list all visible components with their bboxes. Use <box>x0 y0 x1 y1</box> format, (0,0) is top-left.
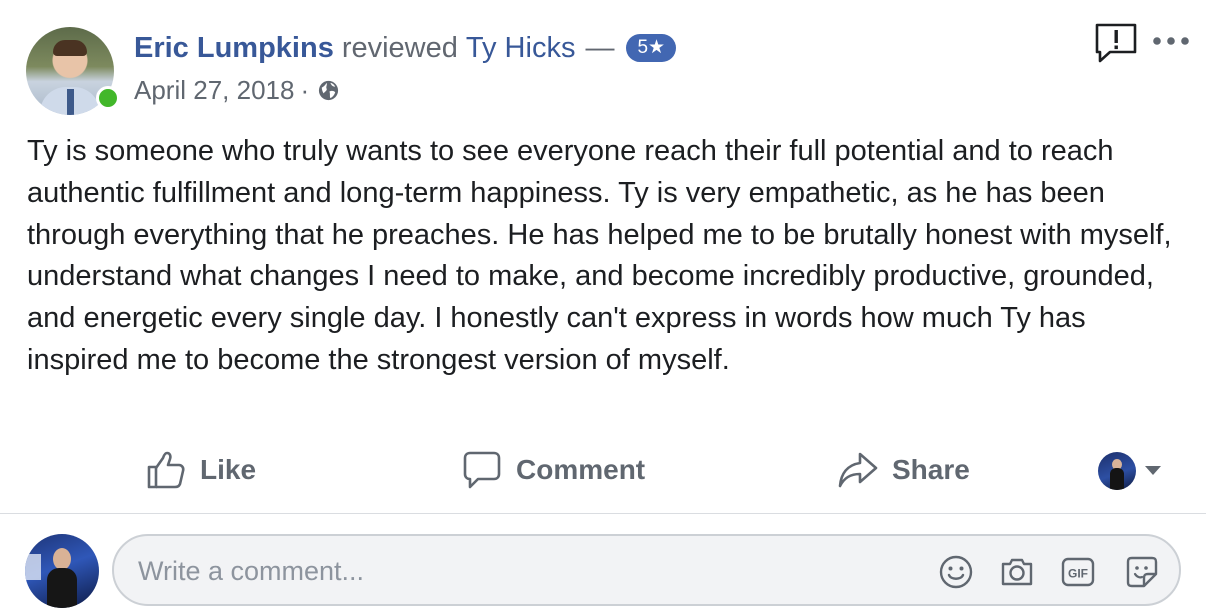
sticker-icon[interactable] <box>1124 554 1160 590</box>
rating-badge: 5★ <box>626 34 677 62</box>
header-dash: — <box>585 32 615 64</box>
globe-icon[interactable] <box>317 79 340 102</box>
camera-icon[interactable] <box>999 554 1035 590</box>
comment-label: Comment <box>516 454 646 485</box>
share-button[interactable]: Share <box>838 448 970 492</box>
like-label: Like <box>200 454 257 485</box>
comment-composer: GIF <box>112 534 1181 606</box>
action-text: reviewed <box>341 32 458 64</box>
meta-separator: · <box>300 75 310 105</box>
post-actions-bar: Like Comment Share <box>0 440 1206 500</box>
report-icon[interactable] <box>1094 22 1138 64</box>
author-name-link[interactable]: Eric Lumpkins <box>134 30 334 66</box>
thumbs-up-icon <box>147 451 185 489</box>
like-button[interactable]: Like <box>146 448 256 492</box>
post-meta: April 27, 2018 · <box>134 74 340 106</box>
comment-input[interactable] <box>136 536 920 606</box>
section-divider <box>0 513 1206 514</box>
comment-button[interactable]: Comment <box>462 448 645 492</box>
current-user-avatar[interactable] <box>25 534 99 608</box>
chevron-down-icon <box>1145 466 1161 475</box>
review-post: Eric Lumpkins reviewed Ty Hicks — 5★ Apr… <box>0 0 1206 608</box>
share-arrow-icon <box>838 452 878 488</box>
review-text: Ty is someone who truly wants to see eve… <box>27 135 1172 376</box>
more-icon[interactable] <box>1152 33 1190 49</box>
svg-text:GIF: GIF <box>1068 567 1088 581</box>
online-status-indicator <box>96 86 120 110</box>
emoji-icon[interactable] <box>938 554 974 590</box>
post-date-link[interactable]: April 27, 2018 <box>134 74 294 106</box>
share-label: Share <box>892 454 970 485</box>
speech-bubble-icon <box>463 451 501 489</box>
comment-as-switcher[interactable] <box>1098 452 1162 490</box>
post-header: Eric Lumpkins reviewed Ty Hicks — 5★ <box>134 30 677 66</box>
gif-icon[interactable]: GIF <box>1060 554 1096 590</box>
reviewed-page-link[interactable]: Ty Hicks <box>466 30 576 66</box>
current-user-mini-avatar <box>1098 452 1136 490</box>
